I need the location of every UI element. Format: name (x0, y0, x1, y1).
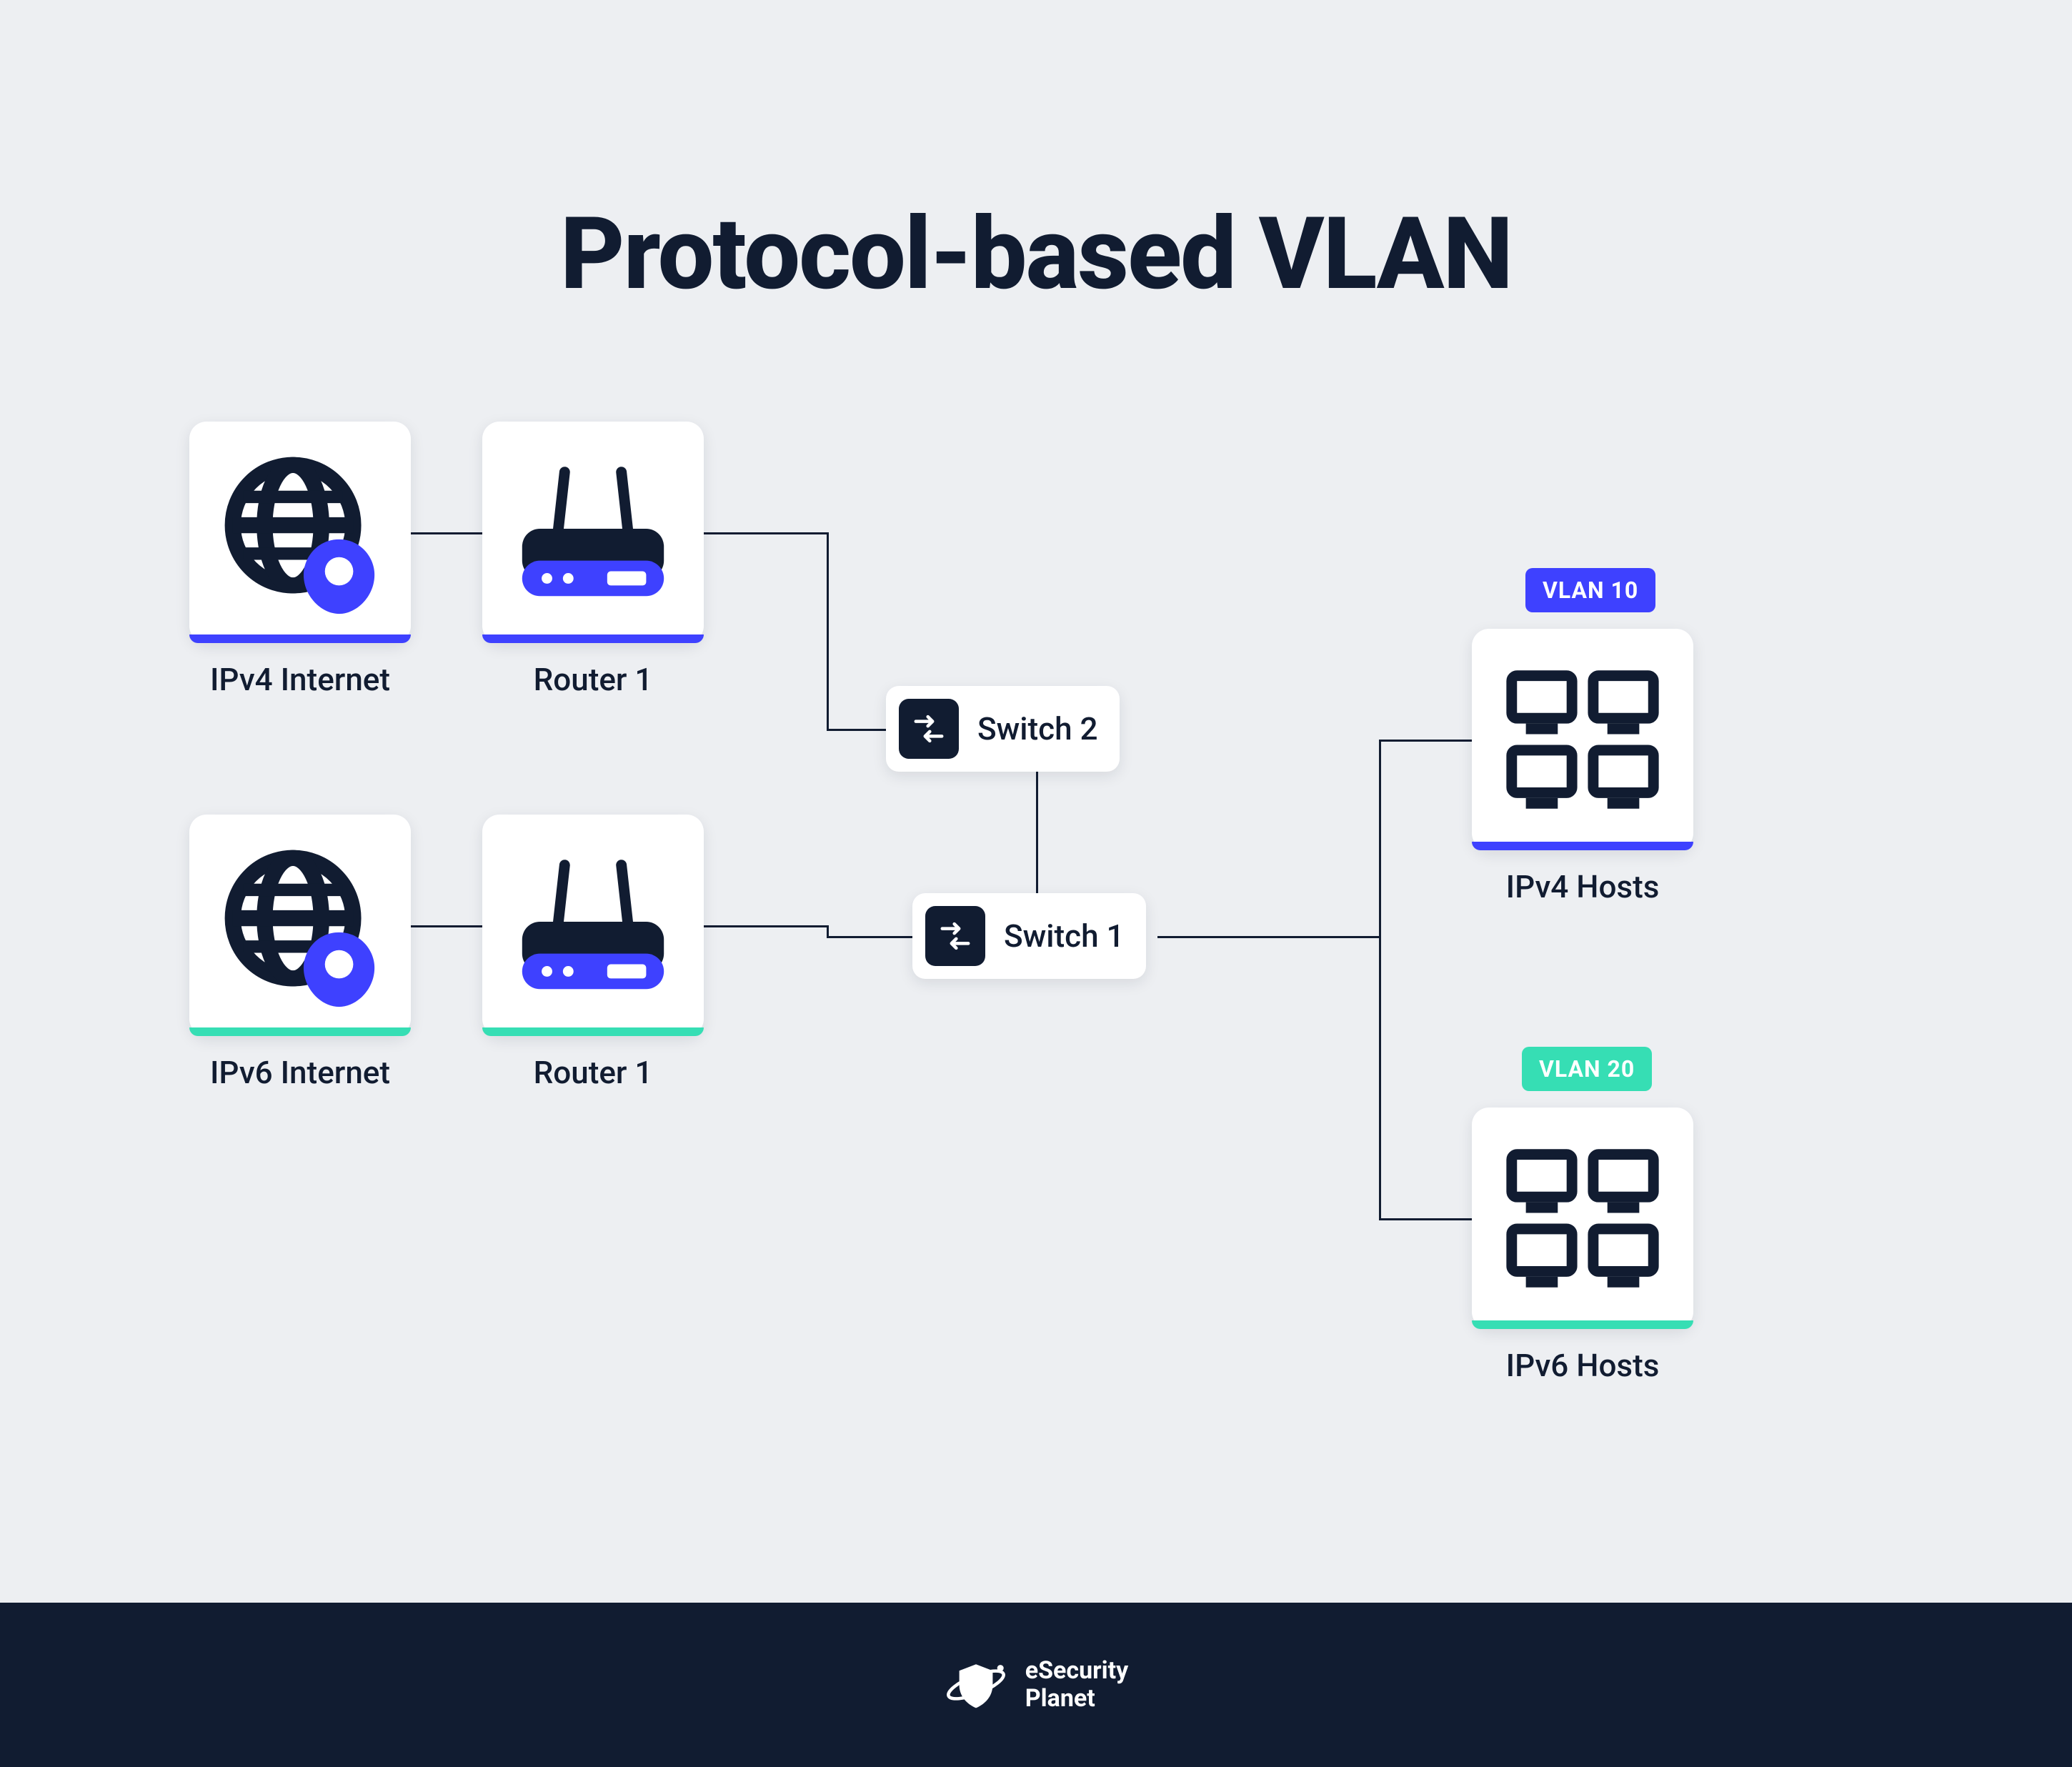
edge-routerA-seg2 (827, 532, 829, 729)
tag-vlan20: VLAN 20 (1522, 1047, 1652, 1091)
label-router-top: Router 1 (482, 661, 704, 698)
switch-icon (925, 906, 985, 966)
globe-icon (211, 444, 389, 621)
edge-routerB-seg3 (827, 936, 912, 938)
accent-bar (189, 1027, 411, 1036)
edge-routerB-seg2 (827, 925, 829, 936)
edge-routerA-seg1 (704, 532, 829, 534)
node-switch1: Switch 1 (912, 893, 1146, 979)
edge-branch-to-ipv6hosts (1379, 1218, 1472, 1220)
edge-branch-up (1379, 740, 1381, 938)
label-ipv4-internet: IPv4 Internet (189, 661, 411, 698)
edge-branch-down (1379, 936, 1381, 1218)
node-switch2: Switch 2 (886, 686, 1120, 772)
brand-line1: eSecurity (1025, 1657, 1128, 1685)
label-router-bottom: Router 1 (482, 1054, 704, 1091)
brand-line2: Planet (1025, 1685, 1128, 1713)
label-ipv6-internet: IPv6 Internet (189, 1054, 411, 1091)
accent-bar (482, 634, 704, 643)
accent-bar (1472, 842, 1693, 850)
label-ipv6-hosts: IPv6 Hosts (1472, 1347, 1693, 1384)
router-icon (504, 837, 682, 1014)
edge-routerA-seg3 (827, 729, 886, 731)
tag-vlan10: VLAN 10 (1525, 568, 1655, 612)
edge-ipv4-router (411, 532, 482, 534)
switch-icon (899, 699, 959, 759)
hosts-icon (1494, 1130, 1671, 1307)
accent-bar (482, 1027, 704, 1036)
globe-icon (211, 837, 389, 1014)
node-ipv4-hosts (1472, 629, 1693, 850)
diagram-frame: Protocol-based VLAN (0, 0, 2072, 1767)
edge-switch1-right (1157, 936, 1379, 938)
label-ipv4-hosts: IPv4 Hosts (1472, 868, 1693, 905)
node-router-top (482, 422, 704, 643)
edge-branch-to-ipv4hosts (1379, 740, 1472, 742)
label-switch2: Switch 2 (977, 710, 1098, 747)
brand-text: eSecurity Planet (1025, 1657, 1128, 1713)
router-icon (504, 444, 682, 621)
brand-shield-icon (944, 1653, 1008, 1717)
edge-routerB-seg1 (704, 925, 829, 927)
node-ipv4-internet (189, 422, 411, 643)
accent-bar (1472, 1320, 1693, 1329)
edge-ipv6-router (411, 925, 482, 927)
footer-bar: eSecurity Planet (0, 1603, 2072, 1767)
accent-bar (189, 634, 411, 643)
diagram-content: IPv4 Internet Router 1 (0, 0, 2072, 1767)
node-ipv6-internet (189, 815, 411, 1036)
label-switch1: Switch 1 (1004, 917, 1125, 955)
node-router-bottom (482, 815, 704, 1036)
hosts-icon (1494, 651, 1671, 828)
node-ipv6-hosts (1472, 1108, 1693, 1329)
edge-switch2-switch1 (1036, 772, 1038, 893)
